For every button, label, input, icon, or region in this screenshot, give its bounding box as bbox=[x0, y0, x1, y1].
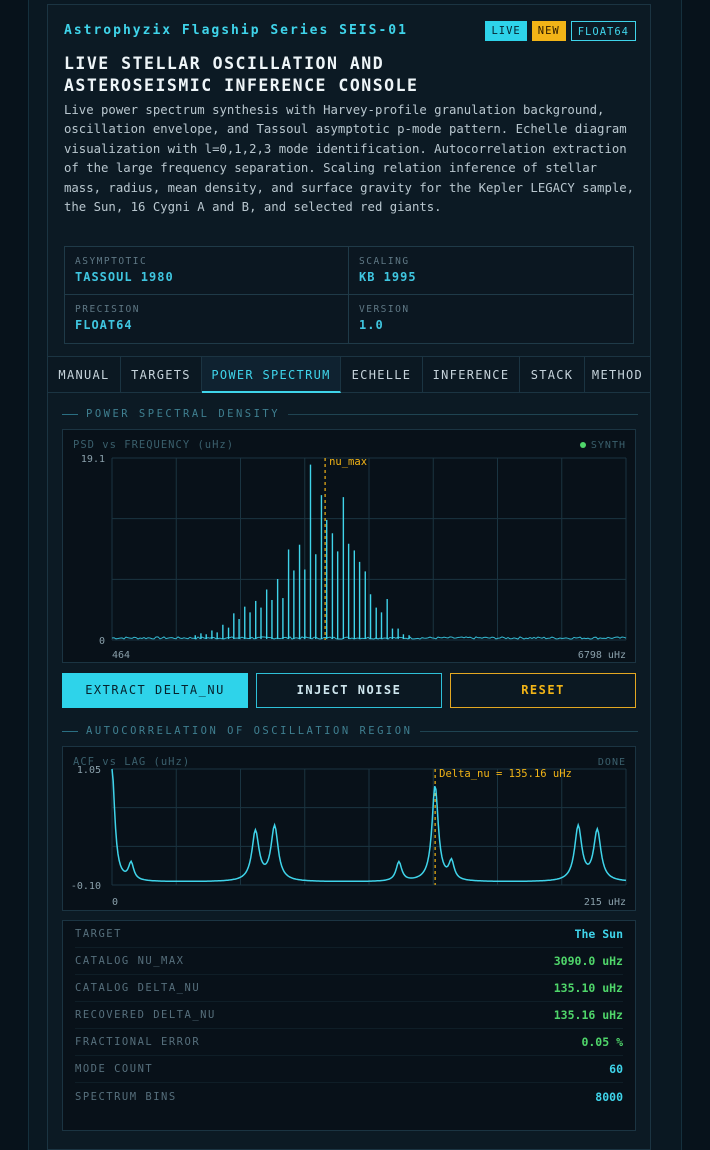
meta-scaling: SCALING KB 1995 bbox=[349, 247, 633, 295]
section-dash bbox=[62, 730, 78, 732]
meta-grid: ASYMPTOTIC TASSOUL 1980 SCALING KB 1995 … bbox=[64, 246, 634, 344]
psd-chart: PSD vs FREQUENCY (uHz) SYNTH 19.1 0 464 6798 … bbox=[62, 429, 636, 663]
chart-status: DONE bbox=[598, 757, 626, 768]
tab-manual[interactable]: MANUAL bbox=[48, 357, 121, 393]
meta-value: 1.0 bbox=[359, 318, 384, 332]
meta-version: VERSION 1.0 bbox=[349, 295, 633, 343]
meta-label: SCALING bbox=[359, 256, 410, 267]
stat-row: SPECTRUM BINS 8000 bbox=[75, 1083, 623, 1110]
stat-value: 135.16 uHz bbox=[553, 1008, 623, 1022]
stat-value: 60 bbox=[609, 1062, 623, 1076]
stat-value: 3090.0 uHz bbox=[553, 954, 623, 968]
acf-svg: ACF vs LAG (uHz) DONE1.05-0.100 215 uHzDel… bbox=[71, 756, 627, 908]
precision-badge: FLOAT64 bbox=[570, 21, 636, 41]
stat-label: FRACTIONAL ERROR bbox=[75, 1036, 201, 1048]
status-dot bbox=[580, 442, 586, 448]
title-line-1: LIVE STELLAR OSCILLATION AND bbox=[64, 54, 385, 73]
live-badge: LIVE bbox=[485, 21, 527, 41]
stat-value: 135.10 uHz bbox=[553, 981, 623, 995]
meta-value: KB 1995 bbox=[359, 270, 417, 284]
stat-label: TARGET bbox=[75, 928, 122, 940]
marker-label: Delta_nu = 135.16 uHz bbox=[439, 768, 572, 780]
section-rule bbox=[420, 730, 638, 732]
new-badge: NEW bbox=[531, 21, 566, 41]
section-title: AUTOCORRELATION OF OSCILLATION REGION bbox=[86, 725, 413, 737]
tab-method[interactable]: METHOD bbox=[585, 357, 650, 393]
tab-targets[interactable]: TARGETS bbox=[121, 357, 202, 393]
chart-title: PSD vs FREQUENCY (uHz) bbox=[73, 439, 234, 451]
stat-row: RECOVERED DELTA_NU 135.16 uHz bbox=[75, 1002, 623, 1029]
stats-list: TARGET The Sun CATALOG NU_MAX 3090.0 uHz CAT… bbox=[75, 921, 623, 1110]
stat-value: The Sun bbox=[574, 927, 623, 941]
stat-label: CATALOG DELTA_NU bbox=[75, 982, 201, 994]
y-tick-label: 19.1 bbox=[81, 454, 105, 465]
section-rule bbox=[288, 413, 638, 415]
description: Live power spectrum synthesis with Harve… bbox=[64, 103, 635, 215]
x-tick-label: 464 bbox=[112, 650, 130, 661]
stat-row: FRACTIONAL ERROR 0.05 % bbox=[75, 1029, 623, 1056]
meta-label: VERSION bbox=[359, 304, 410, 315]
stat-value: 8000 bbox=[595, 1089, 623, 1104]
tab-bar: MANUAL TARGETS POWER SPECTRUM ECHELLE IN… bbox=[48, 356, 650, 393]
acf-section-label: AUTOCORRELATION OF OSCILLATION REGION bbox=[62, 724, 638, 738]
reset-button[interactable]: RESET bbox=[450, 673, 636, 708]
stat-label: RECOVERED DELTA_NU bbox=[75, 1009, 216, 1021]
y-tick-label: 0 bbox=[99, 636, 105, 647]
series-label: Astrophyzix Flagship Series SEIS-01 bbox=[64, 23, 408, 38]
console-panel: Astrophyzix Flagship Series SEIS-01 LIVE… bbox=[47, 4, 651, 1150]
acf-chart: ACF vs LAG (uHz) DONE 1.05 -0.10 0 215 uHz Del… bbox=[62, 746, 636, 911]
stat-label: MODE COUNT bbox=[75, 1063, 154, 1075]
tab-stack[interactable]: STACK bbox=[520, 357, 585, 393]
x-tick-label: 215 uHz bbox=[584, 897, 626, 908]
stats-panel: TARGET The Sun CATALOG NU_MAX 3090.0 uHz CAT… bbox=[62, 920, 636, 1131]
meta-precision: PRECISION FLOAT64 bbox=[65, 295, 349, 343]
inject-noise-button[interactable]: INJECT NOISE bbox=[256, 673, 442, 708]
psd-section-label: POWER SPECTRAL DENSITY bbox=[62, 407, 638, 421]
stat-row: TARGET The Sun bbox=[75, 921, 623, 948]
tab-power-spectrum[interactable]: POWER SPECTRUM bbox=[202, 357, 341, 393]
meta-asymptotic: ASYMPTOTIC TASSOUL 1980 bbox=[65, 247, 349, 295]
meta-label: PRECISION bbox=[75, 304, 140, 315]
marker-label: nu_max bbox=[329, 456, 367, 468]
action-buttons: EXTRACT DELTA_NU INJECT NOISE RESET bbox=[62, 673, 636, 709]
x-tick-label: 0 bbox=[112, 897, 118, 908]
stat-row: CATALOG NU_MAX 3090.0 uHz bbox=[75, 948, 623, 975]
meta-value: FLOAT64 bbox=[75, 318, 133, 332]
stat-label: CATALOG NU_MAX bbox=[75, 955, 185, 967]
page-title: LIVE STELLAR OSCILLATION AND ASTEROSEISM… bbox=[64, 53, 464, 97]
tab-inference[interactable]: INFERENCE bbox=[423, 357, 520, 393]
title-line-2: ASTEROSEISMIC INFERENCE CONSOLE bbox=[64, 76, 419, 95]
y-tick-label: -0.10 bbox=[71, 881, 101, 892]
stat-row: CATALOG DELTA_NU 135.10 uHz bbox=[75, 975, 623, 1002]
stat-value: 0.05 % bbox=[581, 1035, 623, 1049]
stat-label: SPECTRUM BINS bbox=[75, 1090, 177, 1103]
section-dash bbox=[62, 413, 78, 415]
badge-group: LIVE NEW FLOAT64 bbox=[485, 21, 636, 41]
x-tick-label: 6798 uHz bbox=[578, 650, 626, 661]
stat-row: MODE COUNT 60 bbox=[75, 1056, 623, 1083]
y-tick-label: 1.05 bbox=[77, 765, 101, 776]
meta-value: TASSOUL 1980 bbox=[75, 270, 174, 284]
extract-delta-nu-button[interactable]: EXTRACT DELTA_NU bbox=[62, 673, 248, 708]
section-title: POWER SPECTRAL DENSITY bbox=[86, 408, 281, 420]
meta-label: ASYMPTOTIC bbox=[75, 256, 148, 267]
chart-status: SYNTH bbox=[591, 440, 626, 451]
tab-echelle[interactable]: ECHELLE bbox=[341, 357, 423, 393]
psd-svg: PSD vs FREQUENCY (uHz) SYNTH 19.1 0 464 6798 … bbox=[73, 439, 627, 661]
